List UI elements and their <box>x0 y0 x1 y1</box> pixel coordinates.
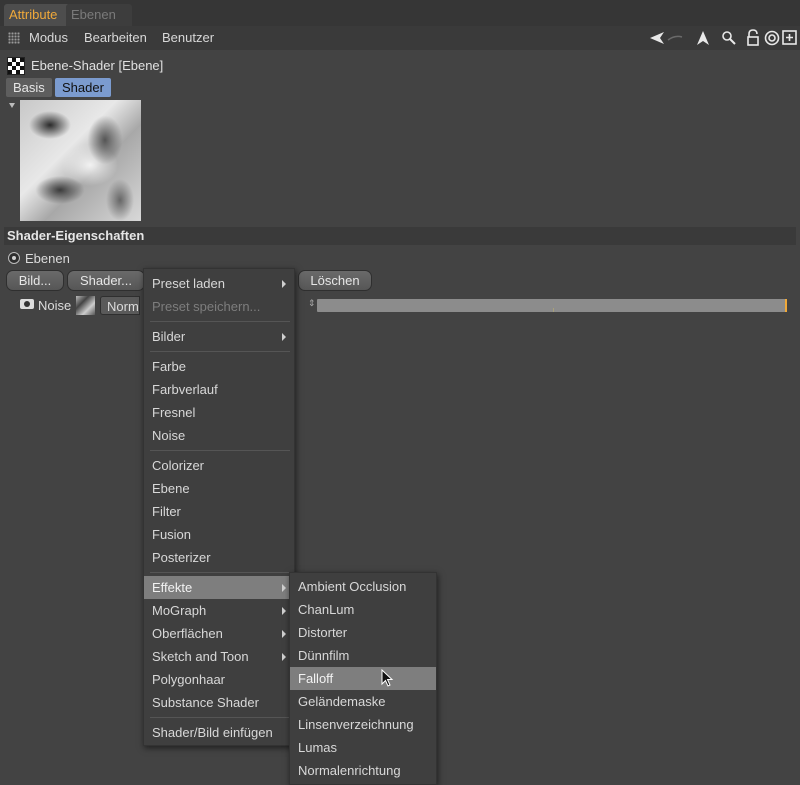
menu-item-label: Polygonhaar <box>152 672 225 687</box>
submenu-item-distorter[interactable]: Distorter <box>290 621 436 644</box>
search-icon[interactable] <box>720 29 738 47</box>
menu-item-label: Ebene <box>152 481 190 496</box>
menu-item-fresnel[interactable]: Fresnel <box>144 401 294 424</box>
section-header: Shader-Eigenschaften <box>4 227 796 245</box>
submenu-item-duennfilm[interactable]: Dünnfilm <box>290 644 436 667</box>
menu-item-ebene[interactable]: Ebene <box>144 477 294 500</box>
menu-separator <box>150 572 290 573</box>
menu-item-preset-speichern: Preset speichern... <box>144 295 294 318</box>
menu-item-effekte[interactable]: Effekte <box>144 576 294 599</box>
menu-benutzer[interactable]: Benutzer <box>162 30 214 45</box>
tab-ebenen[interactable]: Ebenen <box>66 4 132 26</box>
new-panel-icon[interactable] <box>782 29 798 47</box>
menu-item-label: Preset laden <box>152 276 225 291</box>
menu-item-label: Preset speichern... <box>152 299 261 314</box>
blend-mode-select[interactable]: Normal <box>100 296 140 315</box>
menu-item-label: Sketch and Toon <box>152 649 249 664</box>
menu-item-label: Filter <box>152 504 181 519</box>
menu-item-bilder[interactable]: Bilder <box>144 325 294 348</box>
opacity-slider[interactable] <box>317 299 787 312</box>
menu-bearbeiten[interactable]: Bearbeiten <box>84 30 147 45</box>
menu-item-shader-bild-einfuegen[interactable]: Shader/Bild einfügen <box>144 721 294 744</box>
subtab-basis[interactable]: Basis <box>6 78 52 97</box>
ebenen-radio[interactable] <box>8 252 20 264</box>
menu-separator <box>150 717 290 718</box>
layer-name: Noise <box>38 298 72 313</box>
target-icon[interactable] <box>763 29 781 47</box>
loeschen-button[interactable]: Löschen <box>298 270 372 291</box>
menu-item-colorizer[interactable]: Colorizer <box>144 454 294 477</box>
shader-preview <box>20 100 141 221</box>
ebenen-radio-label: Ebenen <box>25 251 70 266</box>
menu-item-substance-shader[interactable]: Substance Shader <box>144 691 294 714</box>
lock-icon[interactable] <box>745 29 761 47</box>
menu-item-label: Posterizer <box>152 550 211 565</box>
menu-item-label: Fresnel <box>152 405 196 420</box>
bild-button[interactable]: Bild... <box>6 270 64 291</box>
menu-item-polygonhaar[interactable]: Polygonhaar <box>144 668 294 691</box>
menu-item-label: Effekte <box>152 580 193 595</box>
submenu-item-ambient-occlusion[interactable]: Ambient Occlusion <box>290 575 436 598</box>
layer-row[interactable]: Noise Normal ⇕ <box>20 296 790 316</box>
forward-arrow-icon[interactable] <box>666 29 684 47</box>
menu-bar: Modus Bearbeiten Benutzer <box>0 26 800 50</box>
menu-item-label: Colorizer <box>152 458 205 473</box>
submenu-item-linsenverzeichnung[interactable]: Linsenverzeichnung <box>290 713 436 736</box>
submenu-item-lumas[interactable]: Lumas <box>290 736 436 759</box>
submenu-arrow-icon <box>282 630 286 638</box>
menu-item-mograph[interactable]: MoGraph <box>144 599 294 622</box>
menu-item-posterizer[interactable]: Posterizer <box>144 546 294 569</box>
menu-item-filter[interactable]: Filter <box>144 500 294 523</box>
submenu-arrow-icon <box>282 653 286 661</box>
slider-tick <box>553 308 554 312</box>
submenu-item-falloff[interactable]: Falloff <box>290 667 436 690</box>
menu-separator <box>150 450 290 451</box>
submenu-arrow-icon <box>282 280 286 288</box>
effekte-submenu: Ambient Occlusion ChanLum Distorter Dünn… <box>289 572 437 785</box>
menu-item-label: Farbverlauf <box>152 382 218 397</box>
menu-item-label: Fusion <box>152 527 192 542</box>
menu-item-label: Oberflächen <box>152 626 223 641</box>
submenu-arrow-icon <box>282 584 286 592</box>
menu-item-preset-laden[interactable]: Preset laden <box>144 272 294 295</box>
menu-modus[interactable]: Modus <box>29 30 68 45</box>
shader-button[interactable]: Shader... <box>67 270 145 291</box>
panel-tab-bar: Attribute Ebenen <box>0 0 800 26</box>
menu-separator <box>150 321 290 322</box>
shader-dropdown-menu: Preset laden Preset speichern... Bilder … <box>143 268 295 746</box>
submenu-item-gelaendemaske[interactable]: Geländemaske <box>290 690 436 713</box>
submenu-item-normalenrichtung[interactable]: Normalenrichtung <box>290 759 436 782</box>
menu-item-noise[interactable]: Noise <box>144 424 294 447</box>
grip-icon[interactable] <box>8 32 20 44</box>
blend-mode-arrows-icon[interactable]: ⇕ <box>308 298 316 309</box>
mouse-cursor-icon <box>381 668 395 692</box>
back-arrow-icon[interactable] <box>648 29 666 47</box>
preview-collapse-icon[interactable] <box>9 103 15 108</box>
tab-attribute[interactable]: Attribute <box>4 4 70 26</box>
submenu-item-chanlum[interactable]: ChanLum <box>290 598 436 621</box>
menu-item-label: Noise <box>152 428 186 443</box>
menu-item-fusion[interactable]: Fusion <box>144 523 294 546</box>
menu-item-oberflaechen[interactable]: Oberflächen <box>144 622 294 645</box>
menu-item-label: MoGraph <box>152 603 207 618</box>
shader-checker-icon <box>7 57 25 75</box>
submenu-arrow-icon <box>282 333 286 341</box>
subtab-shader[interactable]: Shader <box>55 78 111 97</box>
menu-item-label: Bilder <box>152 329 186 344</box>
menu-item-sketch-and-toon[interactable]: Sketch and Toon <box>144 645 294 668</box>
submenu-arrow-icon <box>282 607 286 615</box>
menu-item-label: Farbe <box>152 359 186 374</box>
menu-item-label: Shader/Bild einfügen <box>152 725 273 740</box>
menu-item-farbe[interactable]: Farbe <box>144 355 294 378</box>
slider-end-marker <box>785 299 787 312</box>
layer-thumbnail[interactable] <box>76 296 95 315</box>
menu-item-farbverlauf[interactable]: Farbverlauf <box>144 378 294 401</box>
menu-separator <box>150 351 290 352</box>
menu-item-label: Substance Shader <box>152 695 259 710</box>
visibility-eye-icon[interactable] <box>20 299 34 309</box>
object-title: Ebene-Shader [Ebene] <box>31 58 164 73</box>
up-arrow-icon[interactable] <box>694 29 712 47</box>
